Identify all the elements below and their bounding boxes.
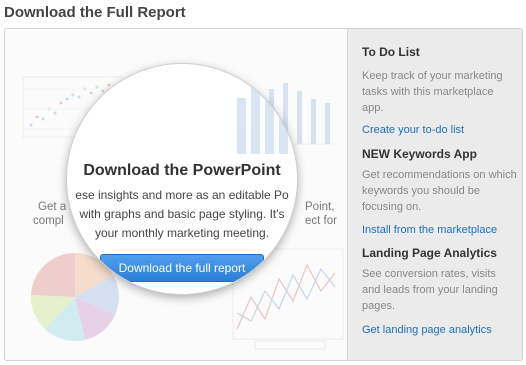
keywords-app-description: Get recommendations on which keywords yo… <box>362 169 517 213</box>
download-full-report-button[interactable]: Download the full report <box>100 254 264 282</box>
lens-description-line-2: with graphs and basic page styling. It's <box>79 207 285 221</box>
report-preview: Get a compl Point, ect for Download the … <box>5 29 347 360</box>
create-todo-list-link[interactable]: Create your to-do list <box>362 124 464 136</box>
report-panel: Get a compl Point, ect for Download the … <box>4 28 523 361</box>
magnifier-lens: Download the PowerPoint ese insights and… <box>67 64 297 294</box>
landing-page-analytics-title: Landing Page Analytics <box>362 246 497 260</box>
landing-page-analytics-description: See conversion rates, visits and leads f… <box>362 268 498 312</box>
bg-text-left-1: Get a <box>38 201 67 213</box>
bg-text-right-2: ect for <box>305 215 337 227</box>
lens-title: Download the PowerPoint <box>83 162 281 179</box>
lens-description-line-3: your monthly marketing meeting. <box>94 226 270 240</box>
install-marketplace-link[interactable]: Install from the marketplace <box>362 224 497 236</box>
keywords-app-title: NEW Keywords App <box>362 147 477 161</box>
page-heading: Download the Full Report <box>4 4 186 21</box>
sidebar: To Do List Keep track of your marketing … <box>347 29 522 360</box>
bg-text-left-2: compl <box>33 215 64 227</box>
todo-list-title: To Do List <box>362 45 420 59</box>
lens-description-line-1: ese insights and more as an editable Po <box>75 188 289 202</box>
bg-text-right-1: Point, <box>305 201 335 213</box>
todo-list-description: Keep track of your marketing tasks with … <box>362 70 503 114</box>
get-landing-page-analytics-link[interactable]: Get landing page analytics <box>362 324 492 336</box>
